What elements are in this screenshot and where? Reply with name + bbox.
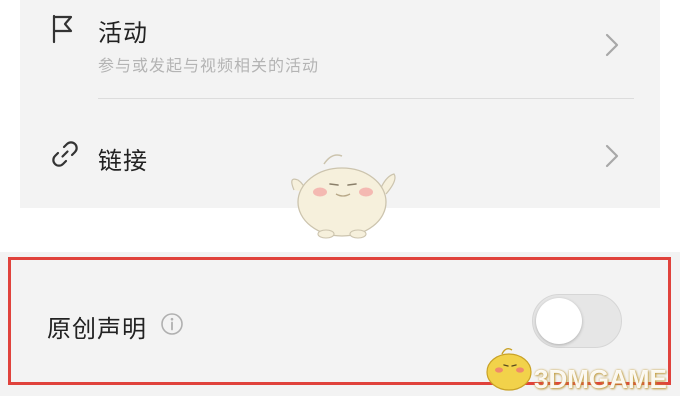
mascot-sticker — [286, 150, 402, 246]
chevron-right-icon — [604, 143, 620, 173]
link-icon — [50, 139, 80, 173]
chevron-right-icon — [604, 32, 620, 62]
info-icon[interactable] — [160, 312, 184, 340]
original-statement-label: 原创声明 — [47, 315, 147, 343]
activity-row[interactable]: 活动 参与或发起与视频相关的活动 — [20, 0, 660, 98]
watermark-text: 3DMGAME — [534, 364, 667, 394]
activity-title: 活动 — [98, 19, 148, 47]
toggle-knob — [536, 298, 582, 344]
link-title: 链接 — [98, 147, 148, 175]
flag-icon — [50, 14, 76, 48]
watermark-mascot — [482, 344, 536, 398]
original-statement-toggle[interactable] — [532, 294, 622, 348]
activity-subtitle: 参与或发起与视频相关的活动 — [98, 56, 320, 75]
